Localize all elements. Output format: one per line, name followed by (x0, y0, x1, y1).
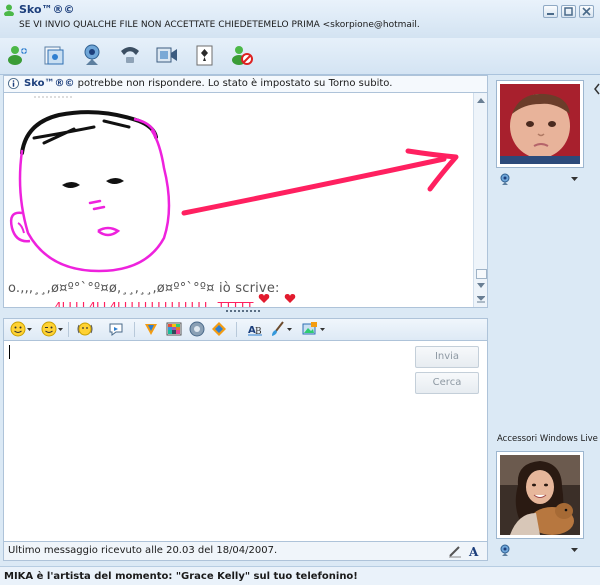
block-contact-icon[interactable] (230, 43, 254, 67)
advertisement-text[interactable]: MIKA è l'artista del momento: "Grace Kel… (4, 571, 358, 582)
conversation-scrollbar[interactable] (473, 93, 487, 307)
main-toolbar (0, 38, 600, 75)
text-caret (9, 345, 10, 359)
status-bar: Ultimo messaggio ricevuto alle 20.03 del… (3, 541, 488, 561)
scroll-down-icon[interactable] (477, 283, 485, 289)
wink-emoticon-icon[interactable] (41, 321, 57, 337)
chevron-down-icon[interactable] (287, 328, 292, 331)
contact-personal-message: SE VI INVIO QUALCHE FILE NON ACCETTATE C… (19, 20, 419, 30)
activities-icon[interactable] (193, 43, 217, 67)
baby-photo-icon (500, 84, 580, 164)
title-bar: Sko™®© SE VI INVIO QUALCHE FILE NON ACCE… (0, 0, 600, 39)
brush-icon[interactable] (269, 321, 285, 337)
last-message-received: Ultimo messaggio ricevuto alle 20.03 del… (8, 545, 278, 556)
scrollbar-thumb[interactable] (476, 269, 487, 279)
woman-with-dog-photo-icon (500, 455, 580, 535)
backgrounds-icon[interactable] (166, 321, 182, 337)
winks-icon[interactable] (143, 321, 159, 337)
display-pictures-pane: Accessori Windows Live (489, 75, 598, 565)
notice-message: potrebbe non rispondere. Lo stato è impo… (74, 78, 393, 89)
message-input[interactable]: Invia Cerca (3, 340, 488, 542)
webcam-small-icon[interactable] (499, 544, 511, 557)
font-icon[interactable]: A B (247, 321, 263, 337)
conversation-history: o.,,,¸¸,ø¤º°`°º¤ø,¸¸,¸¸,ø¤º°`°º¤ iò scri… (3, 92, 488, 308)
away-status-notice: Sko™®© potrebbe non rispondere. Lo stato… (3, 75, 488, 93)
share-files-icon[interactable] (42, 43, 66, 67)
my-photo (500, 455, 580, 535)
svg-text:A: A (468, 545, 479, 558)
toolbar-divider (236, 322, 237, 337)
search-button[interactable]: Cerca (415, 372, 479, 394)
toolbar-divider (68, 322, 69, 337)
window-contact-name: Sko™®© (19, 3, 75, 16)
chevron-down-icon[interactable] (571, 177, 578, 181)
ink-drawing-face-arrow (9, 96, 459, 273)
maximize-button[interactable] (561, 5, 576, 18)
minimize-button[interactable] (543, 5, 558, 18)
message-text: 4LLLL4LL4LLLLLLLLLLLLLL -TTTTT- (54, 300, 257, 308)
chevron-down-icon[interactable] (571, 548, 578, 552)
info-icon (8, 78, 19, 89)
scroll-end-icon[interactable] (477, 296, 485, 303)
message-sender-line: o.,,,¸¸,ø¤º°`°º¤ø,¸¸,¸¸,ø¤º°`°º¤ iò scri… (8, 281, 280, 296)
add-contact-icon[interactable] (6, 43, 30, 67)
video-call-icon[interactable] (155, 43, 179, 67)
windows-live-accessories-label[interactable]: Accessori Windows Live (497, 434, 598, 444)
contact-display-picture[interactable] (496, 80, 584, 168)
send-button[interactable]: Invia (415, 346, 479, 368)
scroll-up-icon[interactable] (477, 97, 485, 103)
webcam-small-icon[interactable] (499, 173, 511, 186)
close-icon (582, 7, 591, 16)
pane-splitter[interactable] (3, 308, 486, 316)
maximize-icon (564, 7, 573, 16)
messenger-buddy-icon (4, 4, 14, 16)
games-icon[interactable] (189, 321, 205, 337)
chevron-down-icon[interactable] (320, 328, 325, 331)
text-mode-icon[interactable]: A (468, 544, 482, 558)
contact-photo (500, 84, 580, 164)
webcam-icon[interactable] (80, 43, 104, 67)
my-display-picture[interactable] (496, 451, 584, 539)
handwriting-pen-icon[interactable] (448, 544, 462, 558)
chevron-down-icon[interactable] (58, 328, 63, 331)
minimize-icon (547, 13, 554, 15)
advertisement-bar[interactable]: MIKA è l'artista del momento: "Grace Kel… (0, 566, 600, 585)
heart-emoticons-icon (258, 294, 296, 303)
share-photo-icon[interactable] (302, 321, 318, 337)
format-toolbar: A B (3, 318, 488, 342)
close-button[interactable] (579, 5, 594, 18)
emoticon-smile-icon[interactable] (10, 321, 26, 337)
send-gift-icon[interactable] (211, 321, 227, 337)
collapse-pane-icon[interactable] (594, 80, 600, 98)
nudge-icon[interactable] (108, 321, 124, 337)
grip-dots-icon (226, 310, 260, 312)
chevron-down-icon[interactable] (27, 328, 32, 331)
toolbar-divider (134, 322, 135, 337)
phone-icon[interactable] (118, 43, 142, 67)
notice-contact-name: Sko™®© (24, 78, 75, 89)
voice-clip-icon[interactable] (77, 321, 93, 337)
